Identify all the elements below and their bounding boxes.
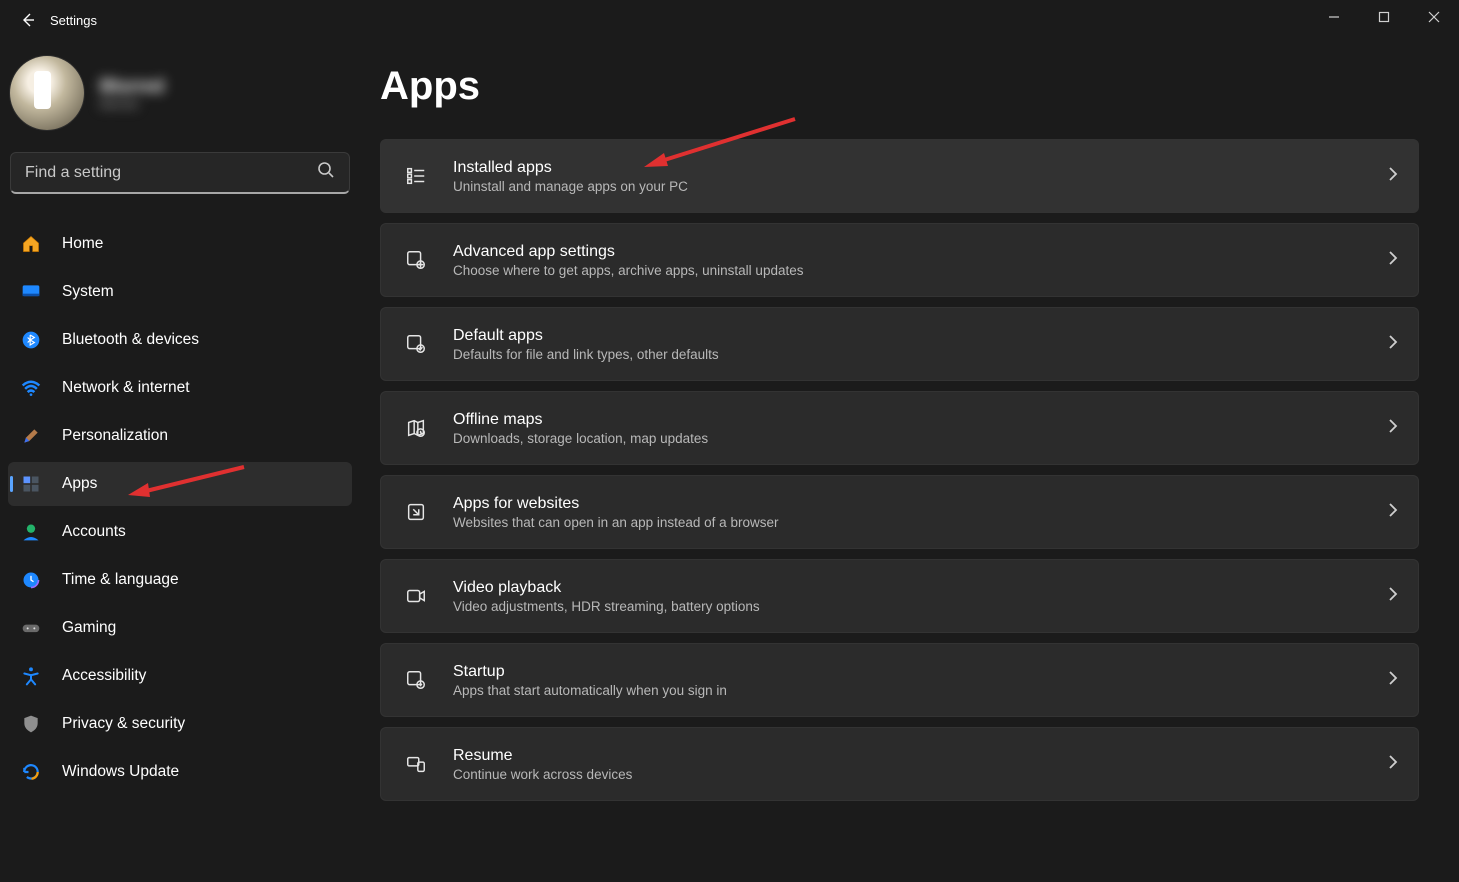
- back-button[interactable]: [8, 0, 48, 40]
- chevron-right-icon: [1388, 502, 1398, 523]
- chevron-right-icon: [1388, 754, 1398, 775]
- startup-icon: [403, 669, 429, 691]
- card-video-playback[interactable]: Video playback Video adjustments, HDR st…: [380, 559, 1419, 633]
- window-controls: [1309, 0, 1459, 34]
- sidebar-item-apps[interactable]: Apps: [8, 462, 352, 506]
- sidebar-item-label: Personalization: [62, 427, 168, 445]
- sidebar-item-personalization[interactable]: Personalization: [8, 414, 352, 458]
- offline-maps-icon: [403, 417, 429, 439]
- video-playback-icon: [403, 585, 429, 607]
- chevron-right-icon: [1388, 670, 1398, 691]
- card-title: Resume: [453, 747, 632, 765]
- profile-block[interactable]: Blurred blurred: [8, 50, 352, 152]
- personalization-icon: [20, 425, 42, 447]
- advanced-settings-icon: [403, 249, 429, 271]
- sidebar-item-label: Privacy & security: [62, 715, 185, 733]
- minimize-button[interactable]: [1309, 0, 1359, 34]
- card-title: Apps for websites: [453, 495, 778, 513]
- installed-apps-icon: [403, 165, 429, 187]
- search-input[interactable]: [25, 164, 317, 182]
- sidebar-item-privacy[interactable]: Privacy & security: [8, 702, 352, 746]
- sidebar-item-label: Gaming: [62, 619, 116, 637]
- apps-icon: [20, 473, 42, 495]
- search-icon: [317, 161, 335, 184]
- card-subtitle: Websites that can open in an app instead…: [453, 515, 778, 530]
- sidebar-item-label: Bluetooth & devices: [62, 331, 199, 349]
- chevron-right-icon: [1388, 250, 1398, 271]
- card-subtitle: Apps that start automatically when you s…: [453, 683, 727, 698]
- card-title: Startup: [453, 663, 727, 681]
- sidebar-item-label: Accessibility: [62, 667, 146, 685]
- sidebar: Blurred blurred Home System Bluetooth & …: [0, 40, 360, 882]
- main-content: Apps Installed apps Uninstall and manage…: [360, 40, 1459, 882]
- close-button[interactable]: [1409, 0, 1459, 34]
- update-icon: [20, 761, 42, 783]
- home-icon: [20, 233, 42, 255]
- card-subtitle: Uninstall and manage apps on your PC: [453, 179, 688, 194]
- sidebar-item-label: Time & language: [62, 571, 179, 589]
- gaming-icon: [20, 617, 42, 639]
- chevron-right-icon: [1388, 586, 1398, 607]
- card-title: Offline maps: [453, 411, 708, 429]
- card-subtitle: Choose where to get apps, archive apps, …: [453, 263, 803, 278]
- sidebar-item-system[interactable]: System: [8, 270, 352, 314]
- network-icon: [20, 377, 42, 399]
- titlebar: Settings: [0, 0, 1459, 40]
- card-title: Default apps: [453, 327, 719, 345]
- card-subtitle: Video adjustments, HDR streaming, batter…: [453, 599, 760, 614]
- accessibility-icon: [20, 665, 42, 687]
- nav: Home System Bluetooth & devices Network …: [8, 222, 352, 794]
- sidebar-item-label: Apps: [62, 475, 97, 493]
- profile-name: Blurred: [100, 76, 164, 97]
- card-title: Installed apps: [453, 159, 688, 177]
- card-title: Advanced app settings: [453, 243, 803, 261]
- sidebar-item-accounts[interactable]: Accounts: [8, 510, 352, 554]
- card-installed-apps[interactable]: Installed apps Uninstall and manage apps…: [380, 139, 1419, 213]
- chevron-right-icon: [1388, 166, 1398, 187]
- avatar: [10, 56, 84, 130]
- sidebar-item-gaming[interactable]: Gaming: [8, 606, 352, 650]
- sidebar-item-label: Windows Update: [62, 763, 179, 781]
- sidebar-item-label: Accounts: [62, 523, 126, 541]
- chevron-right-icon: [1388, 334, 1398, 355]
- search-box[interactable]: [10, 152, 350, 194]
- sidebar-item-label: System: [62, 283, 114, 301]
- card-subtitle: Continue work across devices: [453, 767, 632, 782]
- chevron-right-icon: [1388, 418, 1398, 439]
- system-icon: [20, 281, 42, 303]
- card-title: Video playback: [453, 579, 760, 597]
- card-startup[interactable]: Startup Apps that start automatically wh…: [380, 643, 1419, 717]
- sidebar-item-bluetooth[interactable]: Bluetooth & devices: [8, 318, 352, 362]
- maximize-button[interactable]: [1359, 0, 1409, 34]
- accounts-icon: [20, 521, 42, 543]
- profile-text: Blurred blurred: [100, 76, 164, 111]
- page-title: Apps: [380, 64, 1419, 109]
- bluetooth-icon: [20, 329, 42, 351]
- app-title: Settings: [50, 13, 97, 28]
- sidebar-item-label: Home: [62, 235, 103, 253]
- sidebar-item-accessibility[interactable]: Accessibility: [8, 654, 352, 698]
- sidebar-item-label: Network & internet: [62, 379, 190, 397]
- time-icon: [20, 569, 42, 591]
- card-apps-for-websites[interactable]: Apps for websites Websites that can open…: [380, 475, 1419, 549]
- sidebar-item-home[interactable]: Home: [8, 222, 352, 266]
- card-advanced-app-settings[interactable]: Advanced app settings Choose where to ge…: [380, 223, 1419, 297]
- card-subtitle: Downloads, storage location, map updates: [453, 431, 708, 446]
- sidebar-item-time[interactable]: Time & language: [8, 558, 352, 602]
- card-resume[interactable]: Resume Continue work across devices: [380, 727, 1419, 801]
- card-subtitle: Defaults for file and link types, other …: [453, 347, 719, 362]
- apps-for-websites-icon: [403, 501, 429, 523]
- privacy-icon: [20, 713, 42, 735]
- sidebar-item-network[interactable]: Network & internet: [8, 366, 352, 410]
- sidebar-item-update[interactable]: Windows Update: [8, 750, 352, 794]
- card-default-apps[interactable]: Default apps Defaults for file and link …: [380, 307, 1419, 381]
- default-apps-icon: [403, 333, 429, 355]
- resume-icon: [403, 753, 429, 775]
- card-offline-maps[interactable]: Offline maps Downloads, storage location…: [380, 391, 1419, 465]
- profile-email: blurred: [100, 97, 164, 111]
